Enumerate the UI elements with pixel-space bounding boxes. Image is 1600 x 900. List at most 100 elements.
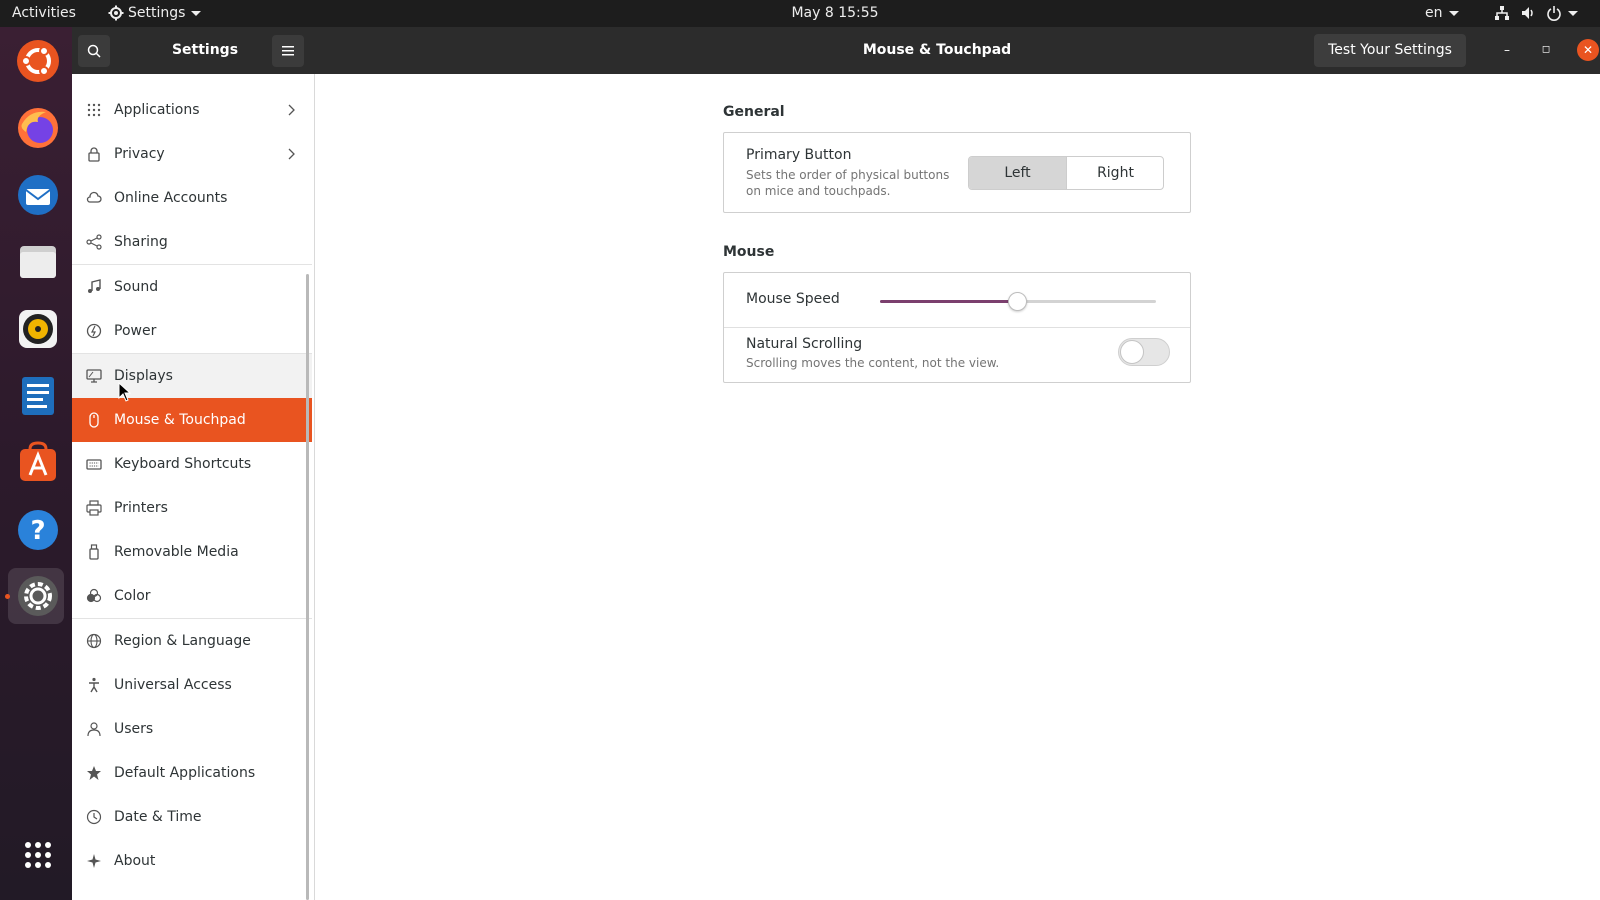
maximize-button[interactable]: ◻ bbox=[1535, 39, 1557, 61]
sidebar-item-about[interactable]: About bbox=[72, 839, 312, 883]
gear-icon bbox=[108, 5, 124, 21]
primary-button-description-2: on mice and touchpads. bbox=[746, 184, 891, 198]
sidebar-scrollbar[interactable] bbox=[306, 274, 309, 900]
ubuntu-software-icon bbox=[20, 441, 56, 481]
natural-scrolling-switch[interactable] bbox=[1118, 338, 1170, 366]
section-title-general: General bbox=[723, 104, 785, 120]
sidebar-item-label: Date & Time bbox=[114, 809, 202, 825]
sidebar-item-mouse-touchpad[interactable]: Mouse & Touchpad bbox=[72, 398, 312, 442]
sidebar-item-label: Region & Language bbox=[114, 633, 251, 649]
clock-icon bbox=[86, 809, 102, 825]
language-indicator[interactable]: en bbox=[1425, 0, 1459, 27]
mouse-speed-handle[interactable] bbox=[1008, 292, 1027, 311]
search-button[interactable] bbox=[78, 35, 110, 67]
dock-writer[interactable] bbox=[8, 368, 64, 424]
settings-icon bbox=[18, 576, 58, 616]
dock-files[interactable] bbox=[8, 234, 64, 290]
sidebar-item-default-applications[interactable]: Default Applications bbox=[72, 751, 312, 795]
natural-scrolling-label: Natural Scrolling bbox=[746, 336, 863, 352]
keyboard-icon bbox=[86, 459, 102, 470]
main-panel: General Primary Button Sets the order of… bbox=[315, 74, 1600, 900]
sidebar-item-privacy[interactable]: Privacy bbox=[72, 132, 312, 176]
dock-help[interactable]: ? bbox=[8, 502, 64, 558]
display-icon bbox=[86, 369, 102, 383]
lock-icon bbox=[88, 147, 100, 162]
menu-button[interactable] bbox=[272, 35, 304, 67]
sidebar-item-label: Applications bbox=[114, 102, 200, 118]
sidebar-item-color[interactable]: Color bbox=[72, 574, 312, 618]
language-label: en bbox=[1425, 5, 1443, 21]
sidebar-item-online-accounts[interactable]: Online Accounts bbox=[72, 176, 312, 220]
dock-settings[interactable] bbox=[5, 568, 64, 624]
natural-scrolling-description: Scrolling moves the content, not the vie… bbox=[746, 356, 1000, 370]
mouse-pointer-icon bbox=[118, 382, 132, 402]
header-bar: Settings Mouse & Touchpad Test Your Sett… bbox=[72, 27, 1600, 74]
minimize-button[interactable]: – bbox=[1496, 39, 1518, 61]
dock-thunderbird[interactable] bbox=[8, 167, 64, 223]
primary-button-toggle: Left Right bbox=[968, 156, 1164, 190]
user-icon bbox=[87, 722, 101, 737]
dock-firefox[interactable] bbox=[8, 100, 64, 156]
printer-icon bbox=[86, 500, 102, 516]
thunderbird-icon bbox=[18, 175, 58, 215]
search-icon bbox=[87, 44, 101, 58]
sidebar-item-displays[interactable]: Displays bbox=[72, 354, 312, 398]
sidebar-item-applications[interactable]: Applications bbox=[72, 88, 312, 132]
sidebar-item-printers[interactable]: Printers bbox=[72, 486, 312, 530]
apps-grid-icon bbox=[25, 842, 51, 868]
sidebar-item-label: Default Applications bbox=[114, 765, 256, 781]
power-icon bbox=[1547, 6, 1561, 21]
sidebar-item-label: Universal Access bbox=[114, 677, 232, 693]
dock-rhythmbox[interactable] bbox=[8, 301, 64, 357]
help-icon: ? bbox=[18, 510, 58, 550]
primary-button-left[interactable]: Left bbox=[969, 157, 1066, 189]
libreoffice-writer-icon bbox=[22, 377, 54, 415]
sidebar-item-universal-access[interactable]: Universal Access bbox=[72, 663, 312, 707]
card-divider bbox=[724, 327, 1190, 328]
sidebar-item-keyboard-shortcuts[interactable]: Keyboard Shortcuts bbox=[72, 442, 312, 486]
sidebar-item-label: Privacy bbox=[114, 146, 165, 162]
switch-knob bbox=[1120, 340, 1144, 364]
mouse-icon bbox=[89, 412, 99, 428]
dock-software[interactable] bbox=[8, 435, 64, 491]
sidebar-item-removable-media[interactable]: Removable Media bbox=[72, 530, 312, 574]
share-icon bbox=[86, 234, 102, 250]
activities-button[interactable]: Activities bbox=[12, 0, 76, 27]
mouse-speed-slider[interactable] bbox=[880, 292, 1156, 311]
sidebar-item-label: Color bbox=[114, 588, 151, 604]
sidebar-item-sound[interactable]: Sound bbox=[72, 265, 312, 309]
sidebar-item-label: Removable Media bbox=[114, 544, 239, 560]
sidebar-item-power[interactable]: Power bbox=[72, 309, 312, 353]
folder-icon bbox=[20, 246, 56, 278]
hamburger-icon bbox=[282, 46, 294, 56]
show-applications-button[interactable] bbox=[8, 827, 64, 883]
svg-text:?: ? bbox=[30, 516, 45, 546]
mouse-speed-label: Mouse Speed bbox=[746, 291, 840, 307]
dock-ubuntu[interactable] bbox=[8, 33, 64, 89]
primary-button-right[interactable]: Right bbox=[1067, 157, 1163, 189]
sidebar: Applications Privacy Online Accounts Sha… bbox=[72, 74, 315, 900]
star-icon bbox=[87, 766, 101, 780]
sidebar-item-users[interactable]: Users bbox=[72, 707, 312, 751]
running-indicator bbox=[5, 594, 10, 599]
app-menu-label: Settings bbox=[128, 5, 186, 21]
close-button[interactable]: ✕ bbox=[1577, 39, 1599, 61]
sidebar-item-label: Sharing bbox=[114, 234, 168, 250]
chevron-down-icon bbox=[1568, 10, 1578, 16]
sidebar-item-label: About bbox=[114, 853, 156, 869]
ubuntu-logo-icon bbox=[17, 40, 59, 82]
system-menu[interactable] bbox=[1494, 0, 1578, 27]
sidebar-item-region-language[interactable]: Region & Language bbox=[72, 619, 312, 663]
clock[interactable]: May 8 15:55 bbox=[745, 0, 925, 27]
sidebar-item-sharing[interactable]: Sharing bbox=[72, 220, 312, 264]
app-menu[interactable]: Settings bbox=[108, 0, 202, 27]
sidebar-item-label: Mouse & Touchpad bbox=[114, 412, 246, 428]
rhythmbox-icon bbox=[19, 310, 57, 348]
test-your-settings-button[interactable]: Test Your Settings bbox=[1314, 34, 1466, 67]
sparkle-icon bbox=[87, 854, 101, 868]
globe-icon bbox=[86, 633, 102, 649]
section-title-mouse: Mouse bbox=[723, 244, 775, 260]
sidebar-item-date-time[interactable]: Date & Time bbox=[72, 795, 312, 839]
accessibility-icon bbox=[89, 677, 99, 693]
sidebar-title: Settings bbox=[171, 42, 239, 58]
